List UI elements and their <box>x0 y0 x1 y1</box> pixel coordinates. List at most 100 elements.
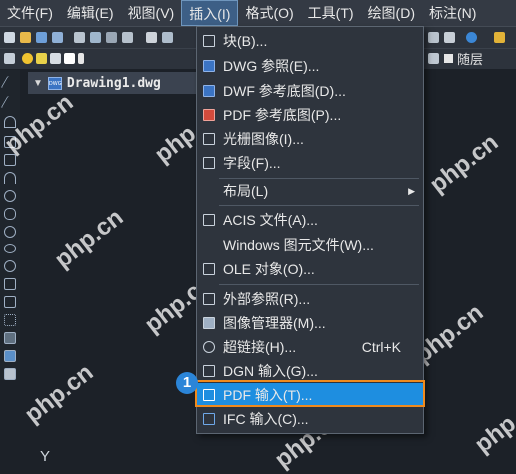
menu-item-pdf-underlay[interactable]: PDF 参考底图(P)... <box>197 103 423 127</box>
menu-item-label: IFC 输入(C)... <box>223 411 309 427</box>
menu-item-acis-file[interactable]: ACIS 文件(A)... <box>197 208 423 232</box>
arc-icon[interactable] <box>4 172 16 184</box>
cut-icon[interactable] <box>146 32 157 43</box>
callout-highlight-box <box>195 380 425 407</box>
print-icon[interactable] <box>74 32 85 43</box>
spline-icon[interactable] <box>4 226 16 238</box>
properties-icon[interactable] <box>428 32 439 43</box>
menu-dimension[interactable]: 标注(N) <box>422 0 483 26</box>
ifc-import-icon <box>203 413 215 425</box>
menu-item-label: DWF 参考底图(D)... <box>223 83 346 99</box>
menu-item-label: 布局(L) <box>223 183 269 199</box>
polyline-icon[interactable] <box>4 116 16 128</box>
draw-toolbar <box>0 70 20 380</box>
save-icon[interactable] <box>36 32 47 43</box>
menu-separator <box>219 284 419 285</box>
ucs-y-axis-label: Y <box>40 448 51 465</box>
revcloud-icon[interactable] <box>4 208 16 220</box>
menu-item-block[interactable]: 块(B)... <box>197 29 423 53</box>
menu-file[interactable]: 文件(F) <box>0 0 60 26</box>
menu-insert[interactable]: 插入(I) <box>181 0 239 26</box>
help-icon[interactable] <box>466 32 477 43</box>
polygon-icon[interactable] <box>4 136 16 148</box>
menu-item-windows-metafile[interactable]: Windows 图元文件(W)... <box>197 233 423 257</box>
menu-edit[interactable]: 编辑(E) <box>60 0 121 26</box>
menu-item-ifc-import[interactable]: IFC 输入(C)... <box>197 407 423 431</box>
menu-item-label: OLE 对象(O)... <box>223 261 315 277</box>
menu-view[interactable]: 视图(V) <box>121 0 182 26</box>
watermark: php.cn <box>424 128 504 199</box>
submenu-arrow-icon: ▶ <box>408 185 415 196</box>
plot-icon[interactable] <box>122 32 133 43</box>
table-icon[interactable] <box>444 32 455 43</box>
menu-draw[interactable]: 绘图(D) <box>361 0 422 26</box>
line-icon[interactable] <box>0 76 20 88</box>
watermark: php.cn <box>19 358 99 429</box>
open-icon[interactable] <box>20 32 31 43</box>
save-as-icon[interactable] <box>52 32 63 43</box>
menu-item-label: 字段(F)... <box>223 155 281 171</box>
menu-item-field[interactable]: 字段(F)... <box>197 151 423 175</box>
menu-bar: 文件(F) 编辑(E) 视图(V) 插入(I) 格式(O) 工具(T) 绘图(D… <box>0 0 516 26</box>
menu-item-dwg-reference[interactable]: DWG 参照(E)... <box>197 54 423 78</box>
layer-zero-icon[interactable] <box>78 53 84 64</box>
menu-item-label: DWG 参照(E)... <box>223 58 320 74</box>
point-icon[interactable] <box>4 314 16 326</box>
callout-step-badge: 1 <box>176 372 198 394</box>
document-name: Drawing1.dwg <box>66 75 161 91</box>
xline-icon[interactable] <box>0 96 20 108</box>
ole-object-icon <box>203 263 215 275</box>
menu-item-label: 块(B)... <box>223 33 268 49</box>
xref-icon <box>203 293 215 305</box>
menu-item-dwf-underlay[interactable]: DWF 参考底图(D)... <box>197 79 423 103</box>
menu-item-layout[interactable]: 布局(L) ▶ <box>197 179 423 203</box>
menu-item-label: Windows 图元文件(W)... <box>223 237 374 253</box>
text-style-icon[interactable] <box>494 32 505 43</box>
preview-icon[interactable] <box>90 32 101 43</box>
hyperlink-icon <box>203 341 215 353</box>
layer-on-icon[interactable] <box>22 53 33 64</box>
table-draw-icon[interactable] <box>4 368 16 380</box>
circle-icon[interactable] <box>4 190 16 202</box>
layer-color-icon[interactable] <box>64 53 75 64</box>
raster-image-icon <box>203 133 215 145</box>
menu-tools[interactable]: 工具(T) <box>301 0 361 26</box>
ellipse-icon[interactable] <box>4 244 16 253</box>
menu-item-ole-object[interactable]: OLE 对象(O)... <box>197 257 423 281</box>
menu-item-xref[interactable]: 外部参照(R)... <box>197 287 423 311</box>
watermark: php.cn <box>49 203 129 274</box>
insert-menu: 块(B)... DWG 参照(E)... DWF 参考底图(D)... PDF … <box>196 26 424 434</box>
layer-freeze-icon[interactable] <box>36 53 47 64</box>
bylayer-label: 随层 <box>457 51 484 67</box>
copy-icon[interactable] <box>162 32 173 43</box>
tab-collapse-icon[interactable]: ▼ <box>33 78 43 89</box>
new-icon[interactable] <box>4 32 15 43</box>
publish-icon[interactable] <box>106 32 117 43</box>
bylayer-control[interactable]: 随层 <box>438 50 484 67</box>
menu-item-label: 图像管理器(M)... <box>223 315 326 331</box>
menu-item-raster-image[interactable]: 光栅图像(I)... <box>197 127 423 151</box>
field-icon <box>203 157 215 169</box>
menu-item-label: PDF 参考底图(P)... <box>223 107 342 123</box>
menu-item-label: DGN 输入(G)... <box>223 363 318 379</box>
layer-manager-icon[interactable] <box>4 53 15 64</box>
layer-lock-icon[interactable] <box>50 53 61 64</box>
menu-item-hyperlink[interactable]: 超链接(H)... Ctrl+K <box>197 335 423 359</box>
menu-item-label: 光栅图像(I)... <box>223 131 304 147</box>
menu-item-label: ACIS 文件(A)... <box>223 212 318 228</box>
menu-item-label: 外部参照(R)... <box>223 291 311 307</box>
gradient-icon[interactable] <box>4 350 16 362</box>
ellipse-arc-icon[interactable] <box>4 260 16 272</box>
rectangle-icon[interactable] <box>4 154 16 166</box>
dwg-file-icon: DWG <box>47 76 62 90</box>
menu-item-label: 超链接(H)... <box>223 339 297 355</box>
insert-block-icon[interactable] <box>4 278 16 290</box>
menu-item-image-manager[interactable]: 图像管理器(M)... <box>197 311 423 335</box>
document-tab[interactable]: ▼ DWG Drawing1.dwg <box>28 72 198 94</box>
watermark: php.cn <box>469 388 516 459</box>
menu-separator <box>219 205 419 206</box>
hatch-icon[interactable] <box>4 332 16 344</box>
make-block-icon[interactable] <box>4 296 16 308</box>
block-icon <box>203 35 215 47</box>
menu-format[interactable]: 格式(O) <box>238 0 300 26</box>
